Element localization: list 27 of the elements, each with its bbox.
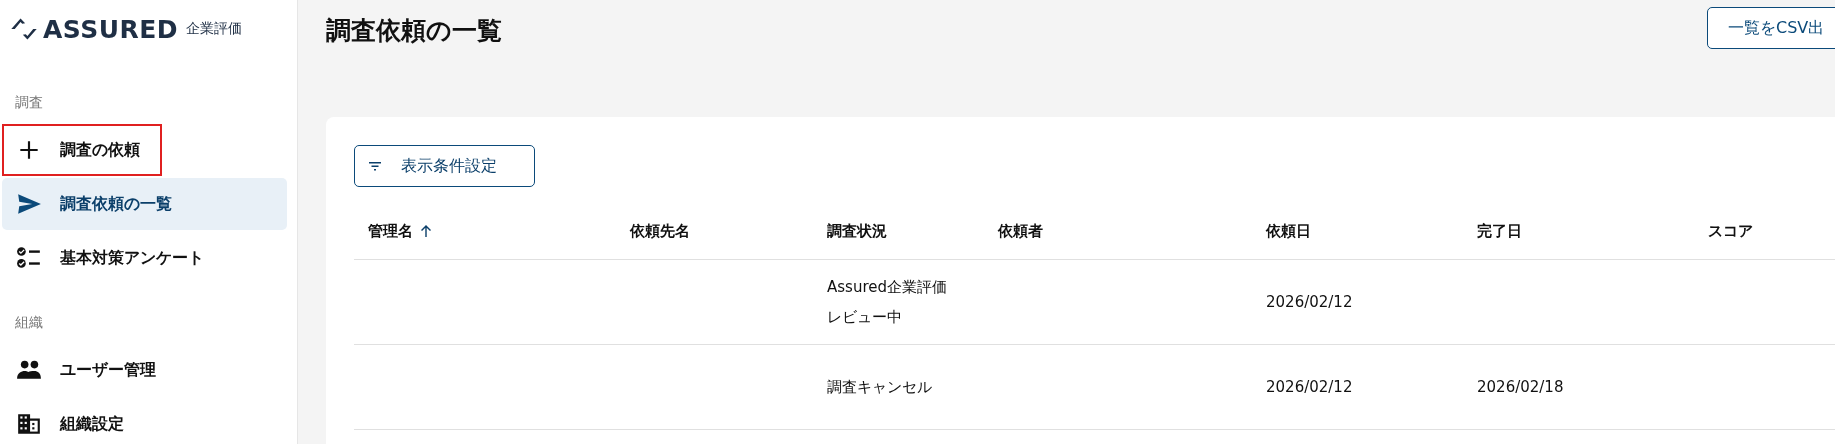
table-cell: 2026/02/12	[1266, 293, 1353, 311]
column-header[interactable]: 依頼先名	[616, 203, 813, 260]
status-text: 調査キャンセル	[827, 377, 933, 398]
logo-wordmark: ASSURED	[43, 14, 179, 44]
sidebar-item[interactable]: 調査の依頼	[2, 124, 162, 176]
column-header[interactable]: 管理名	[354, 203, 616, 260]
column-header[interactable]: 調査状況	[813, 203, 984, 260]
filter-button[interactable]: 表示条件設定	[354, 145, 535, 187]
column-header[interactable]: 依頼日	[1252, 203, 1463, 260]
status-text: Assured企業評価 レビュー中	[827, 277, 948, 328]
table-cell: 2026/02/12	[1266, 378, 1353, 396]
column-header[interactable]: 依頼者	[984, 203, 1252, 260]
send-icon	[16, 191, 42, 217]
page-title: 調査依頼の一覧	[326, 15, 502, 47]
sidebar-item[interactable]: ユーザー管理	[2, 344, 287, 396]
logo-subtitle: 企業評価	[186, 20, 243, 38]
sidebar-item[interactable]: 調査依頼の一覧	[2, 178, 287, 230]
section-label: 調査	[14, 94, 44, 112]
column-header[interactable]: スコア	[1694, 203, 1835, 260]
building-icon	[16, 411, 42, 437]
section-label: 組織	[14, 314, 44, 332]
column-header[interactable]: 完了日	[1463, 203, 1694, 260]
sidebar-item[interactable]: 組織設定	[2, 398, 287, 444]
sidebar-item[interactable]: 基本対策アンケート	[2, 232, 287, 284]
export-csv-button[interactable]: 一覧をCSV出	[1707, 7, 1835, 49]
checklist-icon	[16, 245, 42, 271]
table-cell: 2026/02/18	[1477, 378, 1564, 396]
